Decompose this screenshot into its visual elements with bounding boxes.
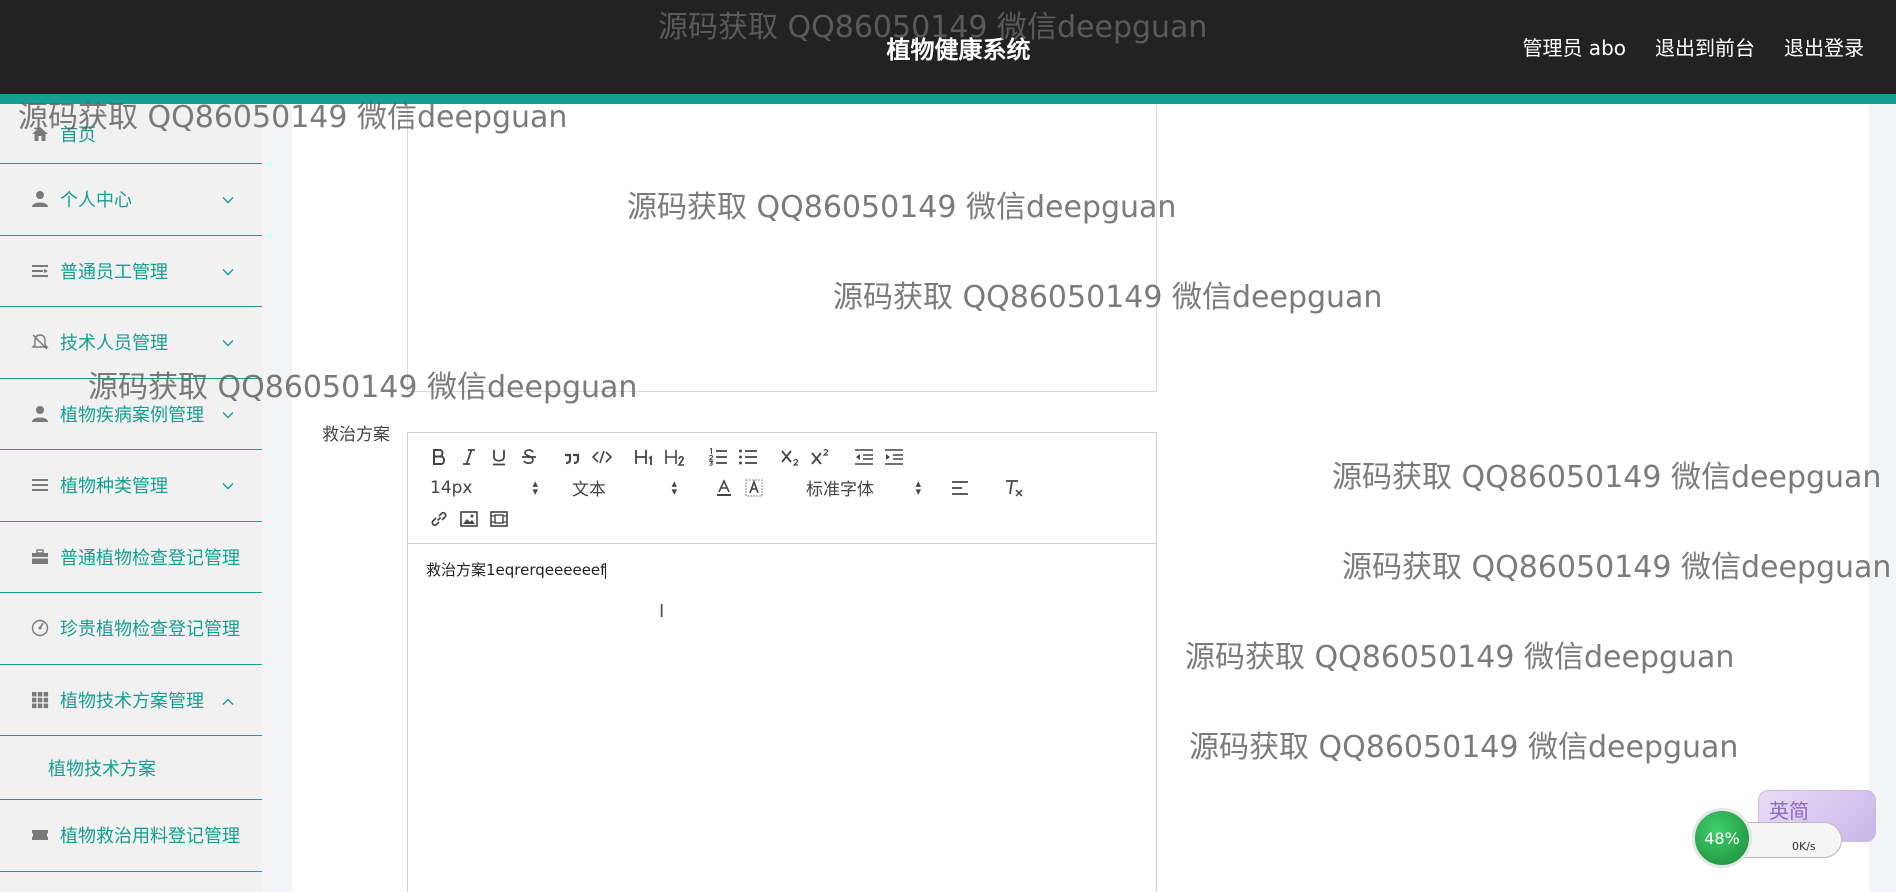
video-icon[interactable] bbox=[484, 507, 514, 531]
chevron-down-icon bbox=[222, 261, 234, 280]
paragraph-format-select[interactable]: 文本 ▴ ▾ bbox=[572, 475, 677, 501]
background-color-button[interactable] bbox=[739, 476, 769, 500]
select-arrows-icon: ▴ ▾ bbox=[532, 476, 538, 498]
font-size-value: 14px bbox=[430, 477, 473, 498]
sidebar-item-label: 普通植物检查登记管理 bbox=[60, 547, 240, 569]
font-family-select[interactable]: 标准字体 ▴ ▾ bbox=[806, 475, 921, 501]
sidebar-item-plant-type-management[interactable]: 植物种类管理 bbox=[0, 450, 262, 522]
paragraph-format-value: 文本 bbox=[572, 480, 606, 500]
blockquote-button[interactable] bbox=[557, 445, 587, 469]
select-arrows-icon: ▴ ▾ bbox=[915, 476, 921, 498]
sidebar-item-label: 植物种类管理 bbox=[60, 476, 168, 498]
image-icon[interactable] bbox=[454, 507, 484, 531]
sidebar-item-treatment-material-management[interactable]: 植物救治用料登记管理 bbox=[0, 800, 262, 872]
text-caret bbox=[605, 562, 607, 579]
toolbar-row-3 bbox=[424, 507, 514, 531]
editor-content-area[interactable]: 救治方案1eqrerqeeeeeef bbox=[408, 544, 1156, 892]
underline-button[interactable] bbox=[484, 445, 514, 469]
treatment-plan-label: 救治方案 bbox=[322, 425, 390, 445]
font-size-select[interactable]: 14px ▴ ▾ bbox=[430, 478, 538, 498]
sidebar-item-home[interactable]: 首页 bbox=[0, 104, 262, 164]
network-speed-widget[interactable]: 48% 0K/s bbox=[1692, 808, 1852, 868]
logout-link[interactable]: 退出登录 bbox=[1784, 32, 1864, 61]
sidebar-item-personal-center[interactable]: 个人中心 bbox=[0, 164, 262, 236]
admin-user-label: 管理员 abo bbox=[1522, 36, 1626, 60]
code-block-button[interactable] bbox=[587, 445, 617, 469]
previous-editor-box[interactable] bbox=[407, 104, 1157, 392]
chevron-down-icon bbox=[222, 476, 234, 495]
sidebar-subitem-label: 植物技术方案 bbox=[48, 758, 156, 780]
dashboard-icon bbox=[30, 618, 50, 638]
sidebar-item-label: 技术人员管理 bbox=[60, 333, 168, 355]
sidebar-item-label: 普通员工管理 bbox=[60, 261, 168, 283]
outdent-button[interactable] bbox=[849, 445, 879, 469]
user-icon bbox=[30, 189, 50, 209]
select-arrows-icon: ▴ ▾ bbox=[671, 476, 677, 498]
link-icon[interactable] bbox=[424, 507, 454, 531]
chevron-down-icon bbox=[222, 333, 234, 352]
top-header: 植物健康系统 管理员 abo 退出到前台 退出登录 bbox=[0, 0, 1896, 94]
sidebar-item-label: 珍贵植物检查登记管理 bbox=[60, 619, 240, 641]
sidebar: 首页 个人中心 普通员工管理 技术人员管理 植物疾病案例管理 植物种类管理 普通… bbox=[0, 104, 262, 892]
grid-icon bbox=[30, 690, 50, 710]
toolbar-row-1 bbox=[424, 445, 909, 469]
editor-content-text: 救治方案1eqrerqeeeeeef bbox=[426, 561, 606, 579]
list-indent-icon bbox=[30, 261, 50, 281]
bullet-list-button[interactable] bbox=[733, 445, 763, 469]
chevron-up-icon bbox=[222, 690, 234, 709]
bell-off-icon bbox=[30, 332, 50, 352]
heading1-button[interactable] bbox=[630, 445, 660, 469]
network-speed-value: 0K/s bbox=[1792, 840, 1816, 853]
user-icon bbox=[30, 404, 50, 424]
home-icon bbox=[30, 124, 50, 144]
sidebar-subitem-tech-plan[interactable]: 植物技术方案 bbox=[0, 736, 262, 800]
subscript-button[interactable] bbox=[776, 445, 806, 469]
network-usage-circle: 48% bbox=[1692, 808, 1752, 868]
rich-text-editor[interactable]: 14px ▴ ▾ 文本 ▴ ▾ 标准字体 ▴ ▾ 救治方案1eqrerqeeee… bbox=[407, 432, 1157, 892]
chevron-down-icon bbox=[222, 404, 234, 423]
bold-button[interactable] bbox=[424, 445, 454, 469]
header-accent-bar bbox=[0, 94, 1896, 104]
sidebar-item-tech-plan-management[interactable]: 植物技术方案管理 bbox=[0, 665, 262, 736]
sidebar-item-rare-inspection-management[interactable]: 珍贵植物检查登记管理 bbox=[0, 593, 262, 665]
sidebar-item-label: 植物技术方案管理 bbox=[60, 690, 204, 712]
strikethrough-button[interactable] bbox=[514, 445, 544, 469]
heading2-button[interactable] bbox=[660, 445, 690, 469]
briefcase-icon bbox=[30, 547, 50, 567]
sidebar-item-label: 植物疾病案例管理 bbox=[60, 404, 204, 426]
font-color-button[interactable] bbox=[709, 476, 739, 500]
italic-button[interactable] bbox=[454, 445, 484, 469]
network-usage-percent: 48% bbox=[1704, 828, 1740, 848]
top-nav: 管理员 abo 退出到前台 退出登录 bbox=[1522, 32, 1864, 61]
exit-to-front-link[interactable]: 退出到前台 bbox=[1655, 32, 1755, 61]
font-family-value: 标准字体 bbox=[806, 480, 874, 500]
sidebar-item-technician-management[interactable]: 技术人员管理 bbox=[0, 307, 262, 379]
editor-toolbar: 14px ▴ ▾ 文本 ▴ ▾ 标准字体 ▴ ▾ bbox=[408, 433, 1156, 544]
ordered-list-button[interactable] bbox=[703, 445, 733, 469]
toolbar-row-2: 14px ▴ ▾ 文本 ▴ ▾ 标准字体 ▴ ▾ bbox=[424, 475, 1029, 500]
clear-format-button[interactable] bbox=[999, 476, 1029, 500]
main-content: 救治方案 14px ▴ ▾ 文本 ▴ ▾ 标准字体 ▴ ▾ 救治方案1eqrer… bbox=[292, 104, 1869, 892]
sidebar-item-label: 个人中心 bbox=[60, 190, 132, 212]
sidebar-item-normal-inspection-management[interactable]: 普通植物检查登记管理 bbox=[0, 522, 262, 593]
align-button[interactable] bbox=[945, 476, 975, 500]
superscript-button[interactable] bbox=[806, 445, 836, 469]
sidebar-item-label: 植物救治用料登记管理 bbox=[60, 826, 240, 848]
ticket-icon bbox=[30, 825, 50, 845]
indent-button[interactable] bbox=[879, 445, 909, 469]
list-icon bbox=[30, 475, 50, 495]
text-cursor-icon: I bbox=[659, 601, 665, 622]
chevron-down-icon bbox=[222, 190, 234, 209]
sidebar-item-label: 首页 bbox=[60, 124, 96, 146]
sidebar-item-disease-case-management[interactable]: 植物疾病案例管理 bbox=[0, 379, 262, 450]
sidebar-item-staff-management[interactable]: 普通员工管理 bbox=[0, 236, 262, 307]
